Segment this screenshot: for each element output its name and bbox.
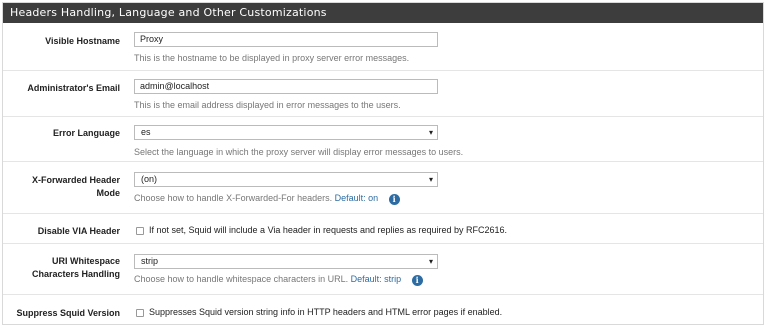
uri-whitespace-default-link[interactable]: Default: strip (351, 274, 402, 284)
error-language-label: Error Language (52, 128, 120, 138)
uri-whitespace-label-line1: URI Whitespace (51, 256, 120, 266)
row-admin-email: Administrator's Email admin@localhost Th… (3, 70, 763, 116)
chevron-down-icon: ▾ (428, 175, 433, 184)
error-language-help: Select the language in which the proxy s… (134, 147, 464, 157)
row-uri-whitespace: URI Whitespace Characters Handling strip… (3, 243, 763, 294)
row-x-forwarded: X-Forwarded Header Mode (on) ▾ Choose ho… (3, 161, 763, 213)
x-forwarded-help: Choose how to handle X-Forwarded-For hea… (134, 193, 400, 205)
uri-whitespace-help-text: Choose how to handle whitespace characte… (134, 274, 349, 284)
x-forwarded-default-link[interactable]: Default: on (335, 193, 379, 203)
error-language-value: es (141, 127, 151, 137)
disable-via-text: If not set, Squid will include a Via hea… (149, 225, 508, 235)
suppress-version-label: Suppress Squid Version (16, 308, 120, 318)
info-icon[interactable]: i (411, 275, 423, 286)
x-forwarded-select[interactable]: (on) ▾ (134, 172, 438, 187)
x-forwarded-value: (on) (141, 174, 158, 184)
visible-hostname-label: Visible Hostname (45, 36, 120, 46)
uri-whitespace-select[interactable]: strip ▾ (134, 254, 438, 269)
error-language-select[interactable]: es ▾ (134, 125, 438, 140)
uri-whitespace-help: Choose how to handle whitespace characte… (134, 274, 423, 286)
admin-email-label: Administrator's Email (27, 83, 120, 93)
chevron-down-icon: ▾ (428, 257, 433, 266)
row-disable-via: Disable VIA Header If not set, Squid wil… (3, 213, 763, 243)
customizations-panel: Headers Handling, Language and Other Cus… (2, 2, 764, 325)
row-error-language: Error Language es ▾ Select the language … (3, 116, 763, 161)
visible-hostname-help: This is the hostname to be displayed in … (134, 53, 410, 63)
x-forwarded-help-text: Choose how to handle X-Forwarded-For hea… (134, 193, 333, 203)
admin-email-help: This is the email address displayed in e… (134, 100, 401, 110)
panel-title: Headers Handling, Language and Other Cus… (3, 3, 763, 23)
chevron-down-icon: ▾ (428, 128, 433, 137)
suppress-version-text: Suppresses Squid version string info in … (149, 307, 503, 317)
x-forwarded-label-line1: X-Forwarded Header (31, 175, 120, 185)
disable-via-label: Disable VIA Header (37, 226, 120, 236)
row-suppress-version: Suppress Squid Version Suppresses Squid … (3, 294, 763, 325)
disable-via-checkbox[interactable] (136, 227, 144, 235)
x-forwarded-label-line2: Mode (96, 188, 121, 198)
visible-hostname-input[interactable]: Proxy (134, 32, 438, 47)
admin-email-input[interactable]: admin@localhost (134, 79, 438, 94)
info-icon[interactable]: i (388, 194, 400, 205)
uri-whitespace-label-line2: Characters Handling (31, 269, 120, 279)
row-visible-hostname: Visible Hostname Proxy This is the hostn… (3, 23, 763, 70)
suppress-version-checkbox[interactable] (136, 309, 144, 317)
uri-whitespace-value: strip (141, 256, 159, 266)
